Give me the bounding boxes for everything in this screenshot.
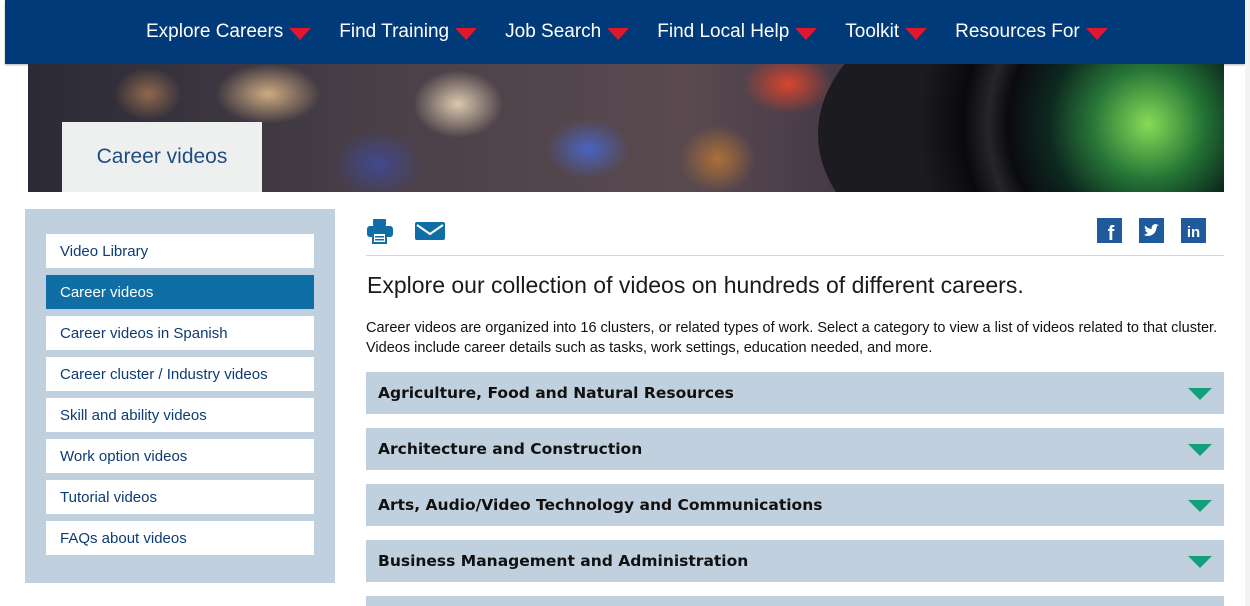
nav-label: Toolkit bbox=[845, 21, 900, 42]
accordion-next-partial[interactable] bbox=[366, 596, 1224, 606]
nav-find-training[interactable]: Find Training bbox=[339, 21, 478, 43]
sidebar-item-label: Career videos in Spanish bbox=[60, 324, 228, 342]
sidebar-item-work-option-videos[interactable]: Work option videos bbox=[46, 439, 314, 473]
top-navigation-bar: Explore Careers Find Training Job Search… bbox=[5, 0, 1245, 64]
chevron-down-icon bbox=[1188, 388, 1212, 400]
sidebar-item-label: Skill and ability videos bbox=[60, 406, 207, 424]
nav-label: Find Local Help bbox=[657, 21, 790, 42]
nav-find-local-help[interactable]: Find Local Help bbox=[657, 21, 818, 43]
caret-down-icon bbox=[1085, 28, 1108, 40]
sidebar-item-tutorial-videos[interactable]: Tutorial videos bbox=[46, 480, 314, 514]
twitter-icon[interactable] bbox=[1139, 218, 1164, 248]
camera-lens-image bbox=[818, 64, 1224, 192]
facebook-icon[interactable]: f bbox=[1097, 218, 1122, 248]
nav-menu: Explore Careers Find Training Job Search… bbox=[146, 0, 1136, 64]
accordion-title: Agriculture, Food and Natural Resources bbox=[378, 384, 734, 402]
accordion-arts[interactable]: Arts, Audio/Video Technology and Communi… bbox=[366, 484, 1224, 526]
sidebar-item-skill-ability-videos[interactable]: Skill and ability videos bbox=[46, 398, 314, 432]
accordion-business[interactable]: Business Management and Administration bbox=[366, 540, 1224, 582]
caret-down-icon bbox=[455, 28, 478, 40]
page-title-tab: Career videos bbox=[62, 122, 262, 192]
linkedin-icon[interactable]: in bbox=[1181, 218, 1206, 248]
sidebar-item-career-videos-spanish[interactable]: Career videos in Spanish bbox=[46, 316, 314, 350]
sidebar-item-career-videos[interactable]: Career videos bbox=[46, 275, 314, 309]
sidebar-item-label: Video Library bbox=[60, 242, 149, 260]
chevron-down-icon bbox=[1188, 500, 1212, 512]
caret-down-icon bbox=[607, 28, 630, 40]
hero-banner: Career videos bbox=[28, 64, 1224, 192]
nav-label: Job Search bbox=[505, 21, 602, 42]
page-tools bbox=[366, 218, 466, 249]
sidebar-item-faqs-videos[interactable]: FAQs about videos bbox=[46, 521, 314, 555]
sidebar-item-label: Career cluster / Industry videos bbox=[60, 365, 268, 383]
sidebar-item-label: Work option videos bbox=[60, 447, 188, 465]
nav-label: Resources For bbox=[955, 21, 1080, 42]
accordion-title: Business Management and Administration bbox=[378, 552, 749, 570]
nav-resources-for[interactable]: Resources For bbox=[955, 21, 1108, 43]
sidebar-item-video-library[interactable]: Video Library bbox=[46, 234, 314, 268]
sidebar-item-cluster-industry-videos[interactable]: Career cluster / Industry videos bbox=[46, 357, 314, 391]
intro-paragraph: Career videos are organized into 16 clus… bbox=[366, 320, 1218, 356]
caret-down-icon bbox=[289, 28, 312, 40]
nav-job-search[interactable]: Job Search bbox=[505, 21, 630, 43]
accordion-architecture[interactable]: Architecture and Construction bbox=[366, 428, 1224, 470]
sidebar-item-label: Tutorial videos bbox=[60, 488, 157, 506]
caret-down-icon bbox=[905, 28, 928, 40]
accordion-title: Arts, Audio/Video Technology and Communi… bbox=[378, 496, 823, 514]
nav-label: Find Training bbox=[339, 21, 450, 42]
email-icon[interactable] bbox=[414, 218, 446, 249]
chevron-down-icon bbox=[1188, 556, 1212, 568]
scrollbar[interactable] bbox=[1245, 0, 1250, 606]
sidebar-item-label: Career videos bbox=[60, 283, 154, 301]
divider bbox=[366, 255, 1224, 256]
nav-label: Explore Careers bbox=[146, 21, 284, 42]
accordion-title: Architecture and Construction bbox=[378, 440, 643, 458]
nav-toolkit[interactable]: Toolkit bbox=[845, 21, 928, 43]
svg-text:in: in bbox=[1187, 224, 1200, 241]
nav-explore-careers[interactable]: Explore Careers bbox=[146, 21, 312, 43]
print-icon[interactable] bbox=[366, 218, 394, 249]
chevron-down-icon bbox=[1188, 444, 1212, 456]
page-title: Career videos bbox=[96, 145, 228, 168]
main-heading: Explore our collection of videos on hund… bbox=[367, 272, 1024, 298]
svg-text:f: f bbox=[1108, 223, 1115, 243]
accordion-agriculture[interactable]: Agriculture, Food and Natural Resources bbox=[366, 372, 1224, 414]
sidebar: Video Library Career videos Career video… bbox=[25, 209, 335, 583]
sidebar-item-label: FAQs about videos bbox=[60, 529, 187, 547]
caret-down-icon bbox=[795, 28, 818, 40]
